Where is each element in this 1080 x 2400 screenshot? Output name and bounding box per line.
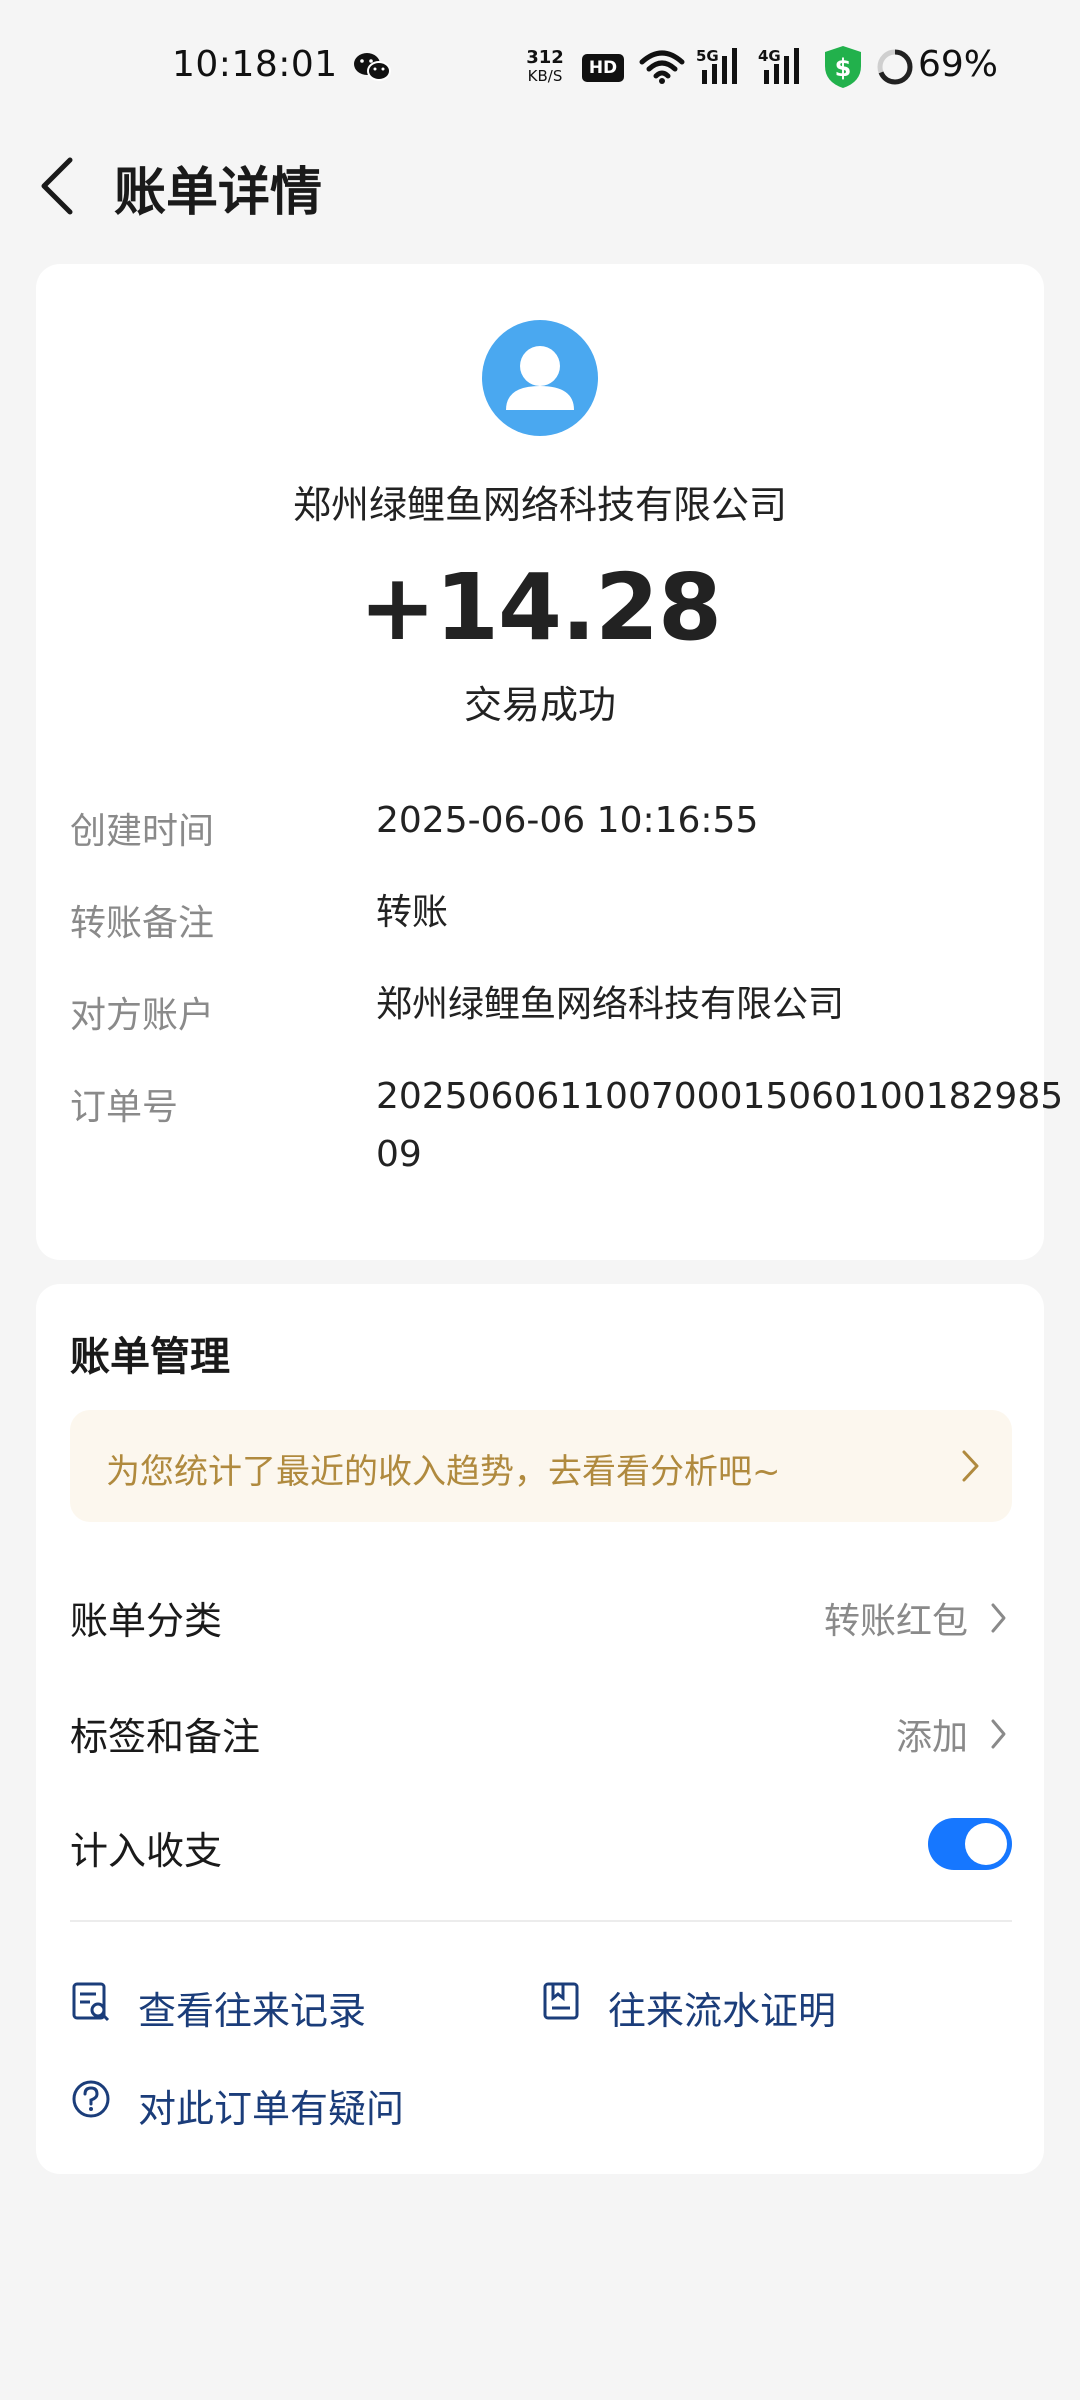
tags-and-notes-row[interactable]: 标签和备注 添加 [70, 1686, 1012, 1776]
transaction-proof-link[interactable]: 往来流水证明 [540, 1968, 960, 2038]
signal-icon: 5G [696, 47, 737, 84]
shield-dollar-icon: $ [825, 46, 861, 88]
setting-value: 转账红包 [823, 1601, 968, 1642]
payee-name: 郑州绿鲤鱼网络科技有限公司 [292, 483, 787, 527]
view-history-link[interactable]: 查看往来记录 [70, 1968, 490, 2038]
wifi-icon [639, 50, 685, 84]
transaction-card: 郑州绿鲤鱼网络科技有限公司 +14.28 交易成功 创建时间 2025-06-0… [36, 264, 1063, 1260]
insight-text: 为您统计了最近的收入趋势，去看看分析吧~ [106, 1452, 781, 1492]
detail-value: 郑州绿鲤鱼网络科技有限公司 [376, 984, 845, 1025]
record-search-icon [72, 1982, 110, 2022]
toggle-knob [965, 1823, 1007, 1865]
detail-label: 转账备注 [70, 903, 215, 944]
section-title: 账单管理 [70, 1334, 230, 1380]
net-speed: 312 KB/S [522, 48, 568, 86]
back-button[interactable] [30, 146, 90, 226]
income-insight-banner[interactable]: 为您统计了最近的收入趋势，去看看分析吧~ [70, 1410, 1012, 1522]
battery-percent: 69% [918, 44, 999, 85]
detail-label: 订单号 [70, 1087, 179, 1128]
user-icon [506, 346, 574, 410]
status-bar: 10:18:01 312 KB/S HD 5G 4G $ 69% [0, 0, 1080, 136]
chevron-right-icon [962, 1450, 979, 1482]
chevron-right-icon [991, 1603, 1006, 1633]
header: 账单详情 [0, 136, 1080, 256]
setting-label: 账单分类 [70, 1599, 223, 1643]
net-speed-unit: KB/S [527, 67, 563, 85]
order-question-link[interactable]: 对此订单有疑问 [70, 2066, 570, 2136]
signal-4g-label: 4G [758, 47, 781, 65]
link-label: 对此订单有疑问 [138, 2087, 405, 2131]
chevron-right-icon [991, 1719, 1006, 1749]
hd-badge: HD [582, 54, 624, 82]
detail-value: 2025-06-06 10:16:55 [376, 800, 759, 841]
battery-ring-icon [877, 49, 913, 85]
detail-label: 创建时间 [70, 811, 215, 852]
link-label: 往来流水证明 [608, 1989, 837, 2033]
detail-label: 对方账户 [70, 995, 215, 1036]
include-in-stats-row: 计入收支 [70, 1800, 1012, 1890]
page-title: 账单详情 [114, 163, 323, 223]
setting-value: 添加 [895, 1717, 968, 1758]
avatar [482, 320, 598, 436]
divider [70, 1920, 1012, 1922]
bill-management-card: 账单管理 为您统计了最近的收入趋势，去看看分析吧~ 账单分类 转账红包 标签和备… [36, 1284, 1044, 2174]
status-time: 10:18:01 [172, 44, 338, 85]
signal-icon: 4G [758, 47, 799, 84]
transaction-amount: +14.28 [358, 554, 722, 661]
setting-label: 计入收支 [70, 1829, 223, 1873]
question-circle-icon [72, 2080, 110, 2118]
signal-5g-label: 5G [696, 47, 719, 65]
wechat-icon [354, 53, 391, 81]
transaction-status: 交易成功 [463, 683, 616, 727]
include-in-stats-toggle[interactable] [928, 1818, 1012, 1870]
detail-value[interactable]: 20250606110070001506010018298509 [376, 1068, 1066, 1184]
detail-value: 转账 [376, 892, 449, 933]
net-speed-value: 312 [526, 47, 564, 68]
document-icon [543, 1982, 579, 2020]
bill-category-row[interactable]: 账单分类 转账红包 [70, 1570, 1012, 1660]
svg-text:$: $ [835, 54, 852, 82]
link-label: 查看往来记录 [138, 1989, 367, 2033]
setting-label: 标签和备注 [70, 1715, 261, 1759]
